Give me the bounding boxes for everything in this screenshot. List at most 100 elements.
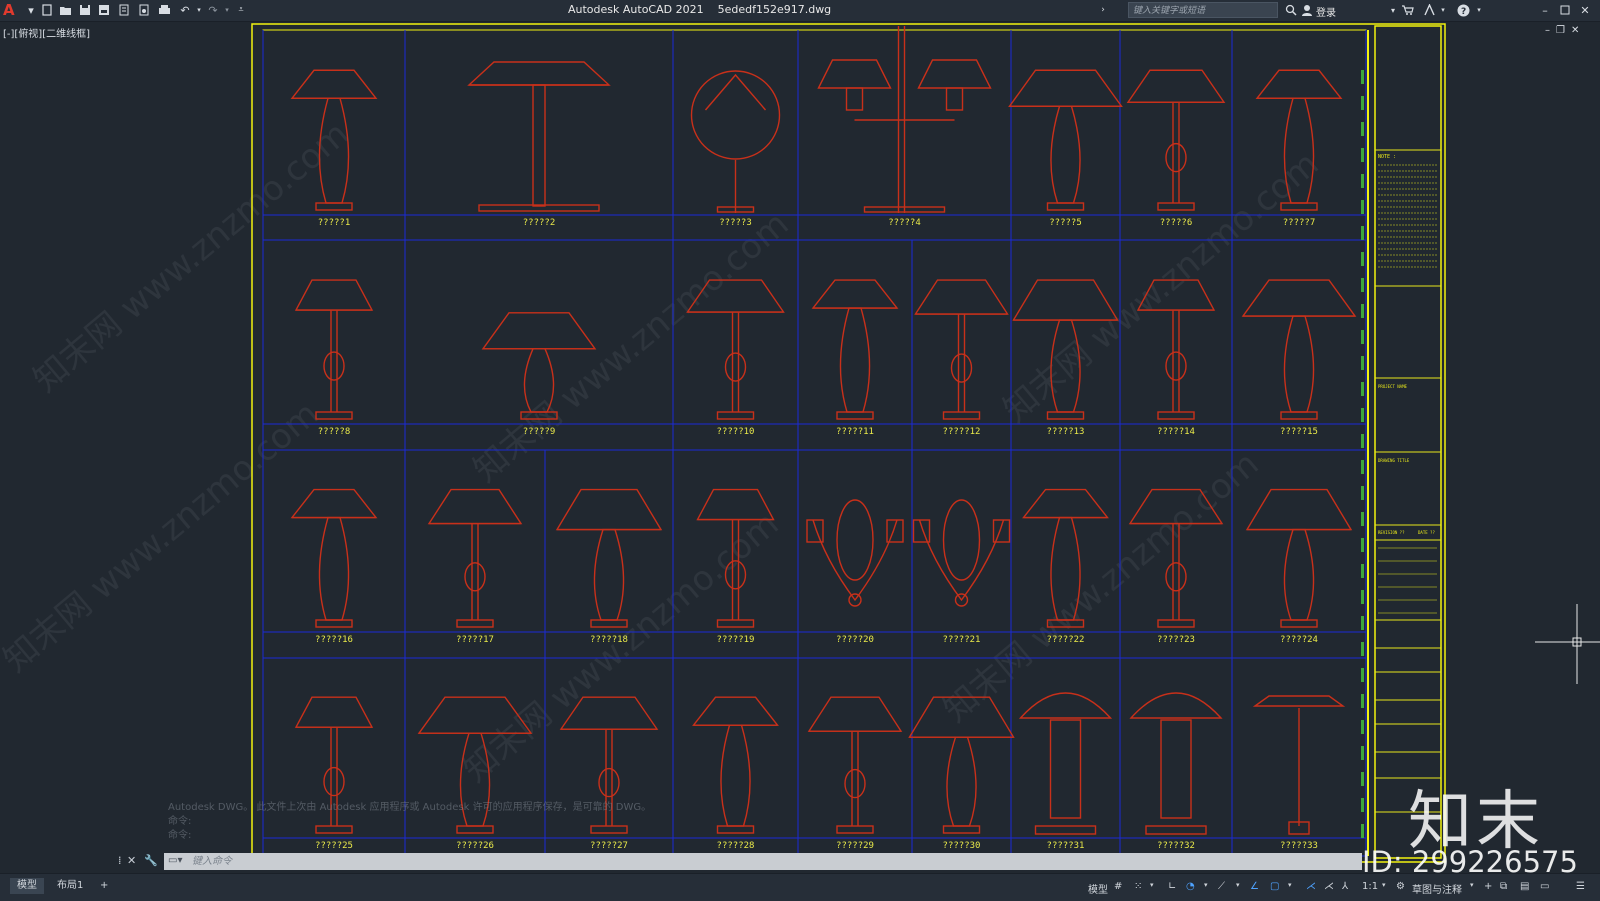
scale-dropdown[interactable]: 1:1 [1362,881,1378,892]
lamp-block [914,279,1009,420]
cell-label: ?????30 [943,841,981,851]
object-snap-icon[interactable]: ▢ [1270,881,1279,892]
notes-heading: NOTE : [1378,154,1396,160]
recent-commands-icon[interactable]: ▭▾ [168,855,182,866]
cell-label: ?????20 [836,635,874,645]
border-text-mark [1361,720,1364,734]
border-text-mark [1361,512,1364,526]
lamp-block [1022,488,1109,628]
cell-label: ?????8 [318,427,351,437]
lamp-block [555,488,663,628]
lamp-block [908,696,1015,834]
border-text-mark [1361,668,1364,682]
lamp-block [1129,692,1223,835]
border-text-mark [1361,148,1364,162]
polar-icon[interactable]: ◔ [1186,881,1195,892]
watermark-id: ID: 299226575 [1362,845,1578,879]
titleblock-frame [1374,25,1442,859]
border-text-mark [1361,96,1364,110]
lamp-block [290,69,378,211]
cell-label: ?????32 [1157,841,1195,851]
isodraft-dropdown-icon[interactable]: ▾ [1236,881,1240,889]
ortho-icon[interactable]: ∟ [1168,881,1176,892]
lamp-block [692,696,779,834]
cell-label: ?????28 [717,841,755,851]
lamp-block [1136,279,1216,420]
snap-icon[interactable]: ⁙ [1134,881,1142,892]
border-text-mark [1361,746,1364,760]
auto-scale-icon[interactable]: ⋌ [1324,881,1334,892]
border-text-mark [1361,772,1364,786]
lamp-blocks [290,26,1357,835]
annotation-visibility-icon[interactable]: ⋌ [1306,881,1316,892]
lamp-block [1241,279,1357,420]
border-text-mark [1361,304,1364,318]
date-label: DATE ?? [1418,530,1435,535]
polar-dropdown-icon[interactable]: ▾ [1204,881,1208,889]
cell-label: ?????6 [1160,218,1193,228]
cell-label: ?????14 [1157,427,1195,437]
snap-dropdown-icon[interactable]: ▾ [1150,881,1154,889]
cell-label: ?????18 [590,635,628,645]
isodraft-icon[interactable]: ⟋ [1218,881,1225,892]
lamp-block [806,499,904,607]
command-history: Autodesk DWG。 此文件上次由 Autodesk 应用程序或 Auto… [168,801,651,843]
close-commandline-icon[interactable]: ✕ [127,854,136,867]
object-snap-tracking-icon[interactable]: ∠ [1250,881,1259,892]
lamp-block [1126,69,1226,211]
drawing-title-label: DRAWING TITLE [1378,458,1410,463]
cell-label: ?????24 [1280,635,1318,645]
lamp-block [817,26,992,213]
border-text-mark [1361,330,1364,344]
command-line: ⁞ ✕ 🔧 键入命令 ▭▾ [116,853,1362,870]
customization-menu-icon[interactable]: ☰ [1576,881,1585,892]
lamp-block [811,279,899,420]
add-layout-button[interactable]: + [93,878,115,894]
workspace-dropdown[interactable]: 草图与注释 [1412,881,1462,896]
tab-model[interactable]: 模型 [10,878,44,894]
project-name-label: PROJECT NAME [1378,384,1407,389]
workspace-dropdown-icon[interactable]: ▾ [1470,881,1474,889]
customize-wrench-icon[interactable]: 🔧 [144,854,158,867]
annotation-monitor-icon[interactable]: + [1484,881,1492,892]
border-text-mark [1361,616,1364,630]
border-text-mark [1361,694,1364,708]
drawing-canvas[interactable]: ?????1 ?????2 ?????3 ?????4 ?????5 ?????6????… [0,0,1600,900]
workspace-gear-icon[interactable]: ⚙ [1396,881,1405,892]
border-text-mark [1361,122,1364,136]
cell-label: ?????4 [888,218,921,228]
clean-screen-icon[interactable]: ▭ [1540,881,1549,892]
border-text-mark [1361,486,1364,500]
cell-label: ?????22 [1047,635,1085,645]
command-history-line: 命令: [168,830,192,841]
drawing-inner-border [262,29,1367,857]
border-text-mark [1361,798,1364,812]
cell-label: ?????21 [943,635,981,645]
lamp-block [290,488,378,628]
cell-label: ?????9 [523,427,556,437]
command-history-line: 命令: [168,816,192,827]
command-history-line: Autodesk DWG。 此文件上次由 Autodesk 应用程序或 Auto… [168,802,652,813]
lamp-block [1128,488,1224,628]
cell-label: ?????17 [456,635,494,645]
cell-label: ?????13 [1047,427,1085,437]
grip-icon[interactable]: ⁞ [118,854,122,867]
scale-dropdown-icon[interactable]: ▾ [1382,881,1386,889]
border-text-mark [1361,590,1364,604]
cell-label: ?????2 [523,218,556,228]
lamp-block [690,70,781,213]
lamp-block [467,61,611,212]
units-icon[interactable]: ⧉ [1500,881,1507,892]
border-text-mark [1361,642,1364,656]
object-snap-dropdown-icon[interactable]: ▾ [1288,881,1292,889]
annotation-scale-icon[interactable]: ⅄ [1342,881,1348,892]
grid-icon[interactable]: # [1114,881,1122,892]
lamp-block [1245,488,1353,628]
border-text-mark [1361,434,1364,448]
tab-layout1[interactable]: 布局1 [50,878,90,894]
lamp-block [686,279,785,420]
lamp-block [294,279,374,420]
command-input[interactable]: 键入命令 [164,853,1362,870]
model-space-button[interactable]: 模型 [1088,881,1108,896]
quick-properties-icon[interactable]: ▤ [1520,881,1529,892]
